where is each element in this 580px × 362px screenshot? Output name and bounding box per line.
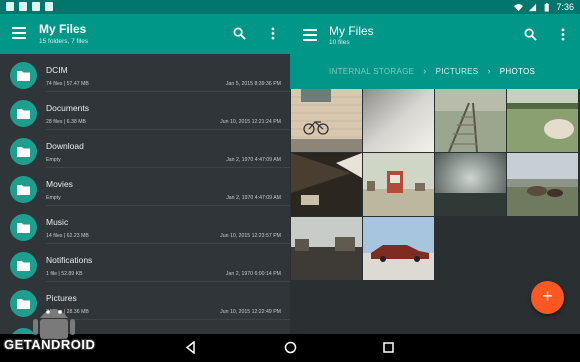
more-options-icon[interactable] [271,27,275,40]
folder-date: Jun 10, 2015 12:22:49 PM [220,309,281,315]
bicycle-wall-photo[interactable] [291,89,362,152]
chevron-right-icon: › [487,66,491,76]
more-options-icon[interactable] [561,28,565,41]
folder-name: Download [46,141,84,151]
notification-icon [6,2,14,11]
add-button[interactable]: + [531,281,564,314]
menu-icon[interactable] [303,29,317,41]
folder-date: Jan 2, 1970 4:47:09 AM [226,157,281,163]
list-item[interactable]: Download Empty Jan 2, 1970 4:47:09 AM [0,130,290,168]
file-count: 10 files [329,39,350,46]
back-icon[interactable] [184,341,197,354]
buildings-sky-photo[interactable] [291,217,362,280]
folder-count: 15 folders, 7 files [39,38,89,45]
folder-meta: Empty [46,157,61,163]
folder-meta: 28 files | 6.38 MB [46,119,86,125]
folder-list: DCIM 74 files | 57.47 MB Jan 5, 2015 8:3… [0,54,290,334]
dark-landscape-photo[interactable] [435,153,506,216]
photo-grid [291,89,580,289]
folder-name: Documents [46,103,89,113]
signal-icon [529,3,537,11]
folder-meta: Empty [46,195,61,201]
folder-icon [10,100,37,127]
folder-date: Jun 10, 2015 12:21:24 PM [220,119,281,125]
breadcrumb-photos[interactable]: PHOTOS [500,67,535,76]
watermark-text: GETANDROID [3,336,96,354]
right-pane: My Files 10 files INTERNAL STORAGE › PIC… [290,14,580,334]
app-title: My Files [329,24,374,38]
folder-date: Jan 5, 2015 8:39:36 PM [225,81,281,87]
left-app-bar: My Files 15 folders, 7 files [0,14,290,54]
chevron-right-icon: › [423,66,427,76]
grey-sky-photo[interactable] [363,89,434,152]
folder-icon [10,176,37,203]
list-item[interactable]: Notifications 1 file | 52.89 KB Jan 2, 1… [0,244,290,282]
wifi-icon [514,3,524,11]
notification-icons [6,2,53,11]
menu-icon[interactable] [12,27,26,39]
breadcrumb-internal-storage[interactable]: INTERNAL STORAGE [329,67,414,76]
folder-meta: 14 files | 62.23 MB [46,233,89,239]
cows-field-photo[interactable] [507,153,578,216]
notification-icon [19,2,27,11]
screen: 7:36 My Files 15 folders, 7 files DCIM 7… [0,0,580,362]
folder-date: Jun 10, 2015 12:23:57 PM [220,233,281,239]
right-app-bar: My Files 10 files INTERNAL STORAGE › PIC… [290,14,580,89]
breadcrumb: INTERNAL STORAGE › PICTURES › PHOTOS [329,66,535,76]
folder-date: Jan 2, 1970 4:47:09 AM [226,195,281,201]
folder-icon [10,214,37,241]
list-item[interactable]: DCIM 74 files | 57.47 MB Jan 5, 2015 8:3… [0,54,290,92]
search-icon[interactable] [233,27,246,40]
breadcrumb-pictures[interactable]: PICTURES [436,67,479,76]
recents-icon[interactable] [382,341,395,354]
folder-meta: 1 file | 52.89 KB [46,271,83,277]
railway-track-photo[interactable] [435,89,506,152]
battery-icon [545,2,550,12]
status-bar: 7:36 [0,0,580,14]
folder-name: Music [46,217,69,227]
left-pane: My Files 15 folders, 7 files DCIM 74 fil… [0,14,290,334]
folder-name: Notifications [46,255,93,265]
notification-icon [45,2,53,11]
search-icon[interactable] [524,28,537,41]
folder-icon [10,62,37,89]
pumpkin-field-photo[interactable] [507,89,578,152]
watermark-logo: GETANDROID [2,296,116,358]
folder-name: DCIM [46,65,68,75]
home-icon[interactable] [284,341,297,354]
folder-name: Movies [46,179,73,189]
list-item[interactable]: Documents 28 files | 6.38 MB Jun 10, 201… [0,92,290,130]
app-title: My Files [39,22,87,36]
folder-date: Jan 2, 1970 6:00:14 PM [225,271,281,277]
android-robot-icon [33,309,75,339]
status-time: 7:36 [556,2,574,12]
notification-icon [32,2,40,11]
list-item[interactable]: Movies Empty Jan 2, 1970 4:47:09 AM [0,168,290,206]
red-car-photo[interactable] [363,217,434,280]
dark-interior-photo[interactable] [291,153,362,216]
folder-icon [10,252,37,279]
folder-icon [10,138,37,165]
beach-hut-photo[interactable] [363,153,434,216]
list-item[interactable]: Music 14 files | 62.23 MB Jun 10, 2015 1… [0,206,290,244]
folder-meta: 74 files | 57.47 MB [46,81,89,87]
